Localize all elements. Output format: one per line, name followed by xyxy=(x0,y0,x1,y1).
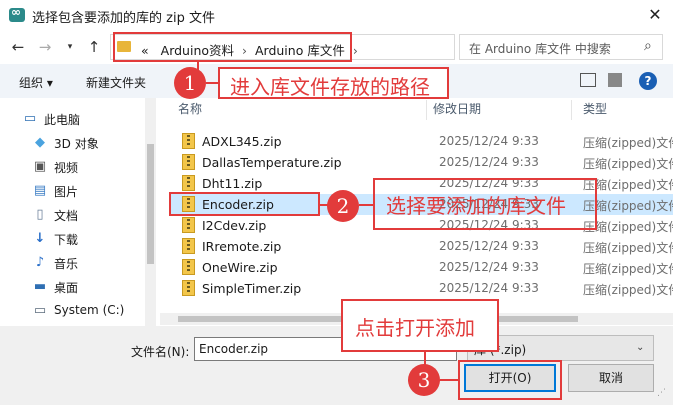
sidebar-item-music[interactable]: ♪ 音乐 xyxy=(0,251,145,275)
sidebar-item-downloads[interactable]: ↓ 下载 xyxy=(0,227,145,251)
zip-file-icon xyxy=(182,154,195,170)
file-row[interactable]: DallasTemperature.zip 2025/12/24 9:33 压缩… xyxy=(170,152,673,173)
file-name: DallasTemperature.zip xyxy=(202,155,342,170)
cancel-button[interactable]: 取消 xyxy=(568,364,654,392)
file-row[interactable]: ADXL345.zip 2025/12/24 9:33 压缩(zipped)文件 xyxy=(170,131,673,152)
navigation-pane: ▭ 此电脑 ◆ 3D 对象 ▣ 视频 ▤ 图片 ▯ 文档 ↓ 下载 ♪ 音乐 ▬… xyxy=(0,98,156,326)
file-name: ADXL345.zip xyxy=(202,134,282,149)
download-icon: ↓ xyxy=(34,231,46,246)
annotation-step3-badge: 3 xyxy=(408,364,440,396)
column-divider[interactable] xyxy=(426,100,427,120)
sidebar-item-label: 音乐 xyxy=(54,257,79,271)
sidebar-item-this-pc[interactable]: ▭ 此电脑 xyxy=(0,107,145,131)
file-name: SimpleTimer.zip xyxy=(202,281,302,296)
zip-file-icon xyxy=(182,217,195,233)
file-type: 压缩(zipped)文件 xyxy=(583,262,673,276)
resize-grip-icon[interactable]: ⋰ xyxy=(657,388,666,398)
sidebar-item-label: 此电脑 xyxy=(44,113,81,127)
sidebar-item-label: 图片 xyxy=(54,185,79,199)
file-date: 2025/12/24 9:33 xyxy=(439,239,539,253)
sidebar-item-label: 视频 xyxy=(54,161,79,175)
file-name: I2Cdev.zip xyxy=(202,218,267,233)
window-title: 选择包含要添加的库的 zip 文件 xyxy=(32,11,215,26)
sidebar-item-label: 下载 xyxy=(54,233,79,247)
file-row[interactable]: OneWire.zip 2025/12/24 9:33 压缩(zipped)文件 xyxy=(170,257,673,278)
sidebar-item-label: 桌面 xyxy=(54,281,79,295)
file-row[interactable]: IRremote.zip 2025/12/24 9:33 压缩(zipped)文… xyxy=(170,236,673,257)
column-header-type[interactable]: 类型 xyxy=(583,100,607,122)
zip-file-icon xyxy=(182,133,195,149)
desktop-icon: ▬ xyxy=(33,279,47,294)
file-date: 2025/12/24 9:33 xyxy=(439,281,539,295)
annotation-file-highlight xyxy=(169,192,320,216)
zip-file-icon xyxy=(182,175,195,191)
annotation-step2-badge: 2 xyxy=(327,190,359,222)
filename-value: Encoder.zip xyxy=(199,342,269,356)
annotation-address-highlight xyxy=(113,32,352,62)
column-header-date[interactable]: 修改日期 xyxy=(433,100,481,122)
file-name: OneWire.zip xyxy=(202,260,278,275)
video-icon: ▣ xyxy=(33,159,47,174)
search-input[interactable]: 在 Arduino 库文件 中搜索 ⌕ xyxy=(459,34,663,60)
forward-arrow-icon[interactable]: → xyxy=(35,37,55,57)
sidebar-item-documents[interactable]: ▯ 文档 xyxy=(0,203,145,227)
annotation-step2-text: 选择要添加的库文件 xyxy=(386,194,566,218)
sidebar-scrollbar[interactable] xyxy=(145,98,156,326)
file-name: Dht11.zip xyxy=(202,176,263,191)
file-date: 2025/12/24 9:33 xyxy=(439,155,539,169)
annotation-connector xyxy=(206,82,218,84)
file-date: 2025/12/24 9:33 xyxy=(439,134,539,148)
picture-icon: ▤ xyxy=(33,183,47,198)
cube-icon: ◆ xyxy=(35,135,45,150)
zip-file-icon xyxy=(182,259,195,275)
zip-file-icon xyxy=(182,238,195,254)
chevron-down-icon: ⌄ xyxy=(636,342,645,353)
annotation-connector xyxy=(359,204,373,206)
annotation-open-button-highlight xyxy=(458,360,562,400)
search-placeholder: 在 Arduino 库文件 中搜索 xyxy=(469,42,611,56)
file-type: 压缩(zipped)文件 xyxy=(583,241,673,255)
sidebar-item-system-drive[interactable]: ▭ System (C:) xyxy=(0,299,145,323)
drive-icon: ▭ xyxy=(33,303,47,318)
file-name: IRremote.zip xyxy=(202,239,282,254)
search-icon[interactable]: ⌕ xyxy=(644,38,652,54)
close-button[interactable]: ✕ xyxy=(640,3,670,27)
sidebar-item-label: System (C:) xyxy=(54,303,125,317)
sidebar-item-label: 文档 xyxy=(54,209,79,223)
filename-label: 文件名(N): xyxy=(131,345,190,359)
recent-locations-icon[interactable]: ▾ xyxy=(60,37,80,57)
sidebar-item-desktop[interactable]: ▬ 桌面 xyxy=(0,275,145,299)
zip-file-icon xyxy=(182,280,195,296)
back-arrow-icon[interactable]: ← xyxy=(8,37,28,57)
sidebar-item-label: 3D 对象 xyxy=(54,137,99,151)
arduino-app-icon xyxy=(9,5,25,22)
annotation-connector xyxy=(440,379,458,381)
sidebar-scroll-thumb[interactable] xyxy=(147,144,154,264)
file-type: 压缩(zipped)文件 xyxy=(583,136,673,150)
annotation-step1-text: 进入库文件存放的路径 xyxy=(230,75,430,99)
new-folder-button[interactable]: 新建文件夹 xyxy=(86,74,146,91)
sidebar-item-pictures[interactable]: ▤ 图片 xyxy=(0,179,145,203)
sidebar-item-3d-objects[interactable]: ◆ 3D 对象 xyxy=(0,131,145,155)
organize-menu[interactable]: 组织 ▾ xyxy=(19,74,53,91)
file-type: 压缩(zipped)文件 xyxy=(583,283,673,297)
column-divider[interactable] xyxy=(571,100,572,120)
title-bar: 选择包含要添加的库的 zip 文件 ✕ xyxy=(0,0,673,31)
music-icon: ♪ xyxy=(35,255,45,270)
preview-pane-icon[interactable] xyxy=(608,73,622,87)
up-arrow-icon[interactable]: ↑ xyxy=(84,37,104,57)
file-row[interactable]: SimpleTimer.zip 2025/12/24 9:33 压缩(zippe… xyxy=(170,278,673,299)
view-options-icon[interactable] xyxy=(580,73,596,87)
file-date: 2025/12/24 9:33 xyxy=(439,260,539,274)
file-type: 压缩(zipped)文件 xyxy=(583,157,673,171)
help-icon[interactable]: ? xyxy=(639,72,657,90)
computer-icon: ▭ xyxy=(23,111,37,126)
dialog-footer: 文件名(N): Encoder.zip ▾ 库 (*.zip) ⌄ 打开(O) … xyxy=(0,326,673,405)
annotation-step1-badge: 1 xyxy=(174,67,206,99)
annotation-step3-text: 点击打开添加 xyxy=(355,316,475,340)
sidebar-item-videos[interactable]: ▣ 视频 xyxy=(0,155,145,179)
column-header-name[interactable]: 名称 xyxy=(178,100,202,122)
document-icon: ▯ xyxy=(36,207,44,222)
